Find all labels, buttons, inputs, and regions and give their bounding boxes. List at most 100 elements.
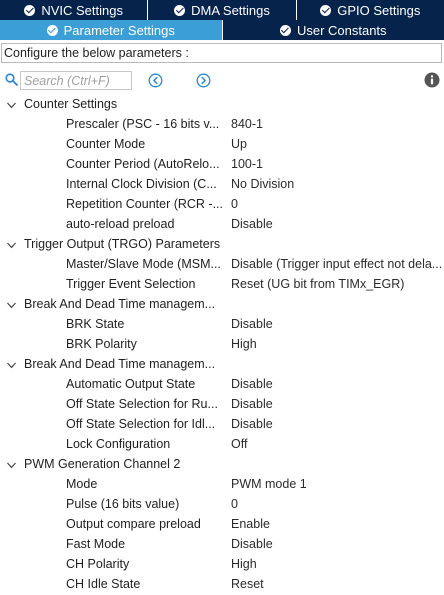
- parameter-name: Counter Period (AutoRelo...: [66, 157, 220, 171]
- search-icon[interactable]: [5, 73, 18, 86]
- parameter-name: Repetition Counter (RCR -...: [66, 197, 224, 211]
- parameter-row[interactable]: auto-reload preload Disable: [0, 215, 444, 235]
- parameter-value[interactable]: Enable: [231, 517, 442, 531]
- parameter-row[interactable]: CH Polarity High: [0, 555, 444, 575]
- search-toolbar: [0, 70, 444, 92]
- next-result-button[interactable]: [196, 73, 211, 88]
- parameter-name: BRK Polarity: [66, 337, 137, 351]
- chevron-down-icon[interactable]: [6, 460, 17, 471]
- group-header[interactable]: PWM Generation Channel 2: [0, 455, 444, 475]
- parameter-row[interactable]: Prescaler (PSC - 16 bits v... 840-1: [0, 115, 444, 135]
- parameter-value[interactable]: Disable: [231, 417, 442, 431]
- group-title: PWM Generation Channel 2: [24, 457, 181, 471]
- chevron-down-icon[interactable]: [6, 100, 17, 111]
- group-title: Break And Dead Time managem...: [24, 357, 216, 371]
- check-circle-icon: [24, 4, 36, 16]
- info-icon[interactable]: [424, 72, 440, 88]
- parameter-value[interactable]: 0: [231, 197, 442, 211]
- parameter-row[interactable]: Off State Selection for Idl... Disable: [0, 415, 444, 435]
- parameter-value[interactable]: PWM mode 1: [231, 477, 442, 491]
- parameter-name: Off State Selection for Idl...: [66, 417, 216, 431]
- parameter-row[interactable]: Trigger Event Selection Reset (UG bit fro…: [0, 275, 444, 295]
- tab-label: User Constants: [296, 22, 387, 38]
- parameter-value[interactable]: Off: [231, 437, 442, 451]
- parameter-value[interactable]: Disable (Trigger input effect not dela..…: [231, 257, 442, 271]
- parameter-value[interactable]: Reset (UG bit from TIMx_EGR): [231, 277, 442, 291]
- chevron-down-icon[interactable]: [6, 240, 17, 251]
- parameter-name: Master/Slave Mode (MSM...: [66, 257, 221, 271]
- search-input[interactable]: [20, 71, 132, 90]
- previous-result-button[interactable]: [148, 73, 163, 88]
- parameter-row[interactable]: Mode PWM mode 1: [0, 475, 444, 495]
- parameter-name: Mode: [66, 477, 98, 491]
- group-title: Trigger Output (TRGO) Parameters: [24, 237, 221, 251]
- parameter-name: Lock Configuration: [66, 437, 171, 451]
- parameter-row[interactable]: Repetition Counter (RCR -... 0: [0, 195, 444, 215]
- group-header[interactable]: Break And Dead Time managem...: [0, 295, 444, 315]
- parameter-name: Output compare preload: [66, 517, 201, 531]
- tab-gpio-settings[interactable]: GPIO Settings: [296, 0, 444, 20]
- parameter-row[interactable]: BRK State Disable: [0, 315, 444, 335]
- parameter-name: Prescaler (PSC - 16 bits v...: [66, 117, 220, 131]
- check-circle-icon: [320, 4, 332, 16]
- parameter-value[interactable]: No Division: [231, 177, 442, 191]
- config-label: Configure the below parameters :: [1, 43, 442, 63]
- parameter-row[interactable]: Output compare preload Enable: [0, 515, 444, 535]
- parameter-name: Automatic Output State: [66, 377, 196, 391]
- group-title: Counter Settings: [24, 97, 118, 111]
- tab-label: DMA Settings: [191, 2, 270, 18]
- parameter-row[interactable]: Counter Mode Up: [0, 135, 444, 155]
- parameter-value[interactable]: Disable: [231, 537, 442, 551]
- parameter-value[interactable]: High: [231, 337, 442, 351]
- group-header[interactable]: Counter Settings: [0, 95, 444, 115]
- parameter-value[interactable]: Up: [231, 137, 442, 151]
- tab-label: GPIO Settings: [337, 2, 421, 18]
- check-circle-icon: [46, 24, 58, 36]
- parameter-tree: Counter Settings Prescaler (PSC - 16 bits…: [0, 95, 444, 595]
- tab-nvic-settings[interactable]: NVIC Settings: [0, 0, 149, 20]
- check-circle-icon: [174, 4, 186, 16]
- parameter-row[interactable]: BRK Polarity High: [0, 335, 444, 355]
- parameter-name: Fast Mode: [66, 537, 126, 551]
- parameter-value[interactable]: 100-1: [231, 157, 442, 171]
- parameter-row[interactable]: Automatic Output State Disable: [0, 375, 444, 395]
- chevron-down-icon[interactable]: [6, 300, 17, 311]
- parameter-row[interactable]: Lock Configuration Off: [0, 435, 444, 455]
- parameter-name: Counter Mode: [66, 137, 146, 151]
- parameter-value[interactable]: Disable: [231, 217, 442, 231]
- parameter-name: auto-reload preload: [66, 217, 175, 231]
- parameter-name: Trigger Event Selection: [66, 277, 196, 291]
- chevron-down-icon[interactable]: [6, 360, 17, 371]
- parameter-value[interactable]: Disable: [231, 317, 442, 331]
- parameter-row[interactable]: CH Idle State Reset: [0, 575, 444, 595]
- parameter-value[interactable]: Disable: [231, 377, 442, 391]
- tab-dma-settings[interactable]: DMA Settings: [148, 0, 297, 20]
- tab-parameter-settings[interactable]: Parameter Settings: [0, 20, 223, 40]
- parameter-name: Off State Selection for Ru...: [66, 397, 218, 411]
- parameter-value[interactable]: 0: [231, 497, 442, 511]
- parameter-value[interactable]: 840-1: [231, 117, 442, 131]
- parameter-row[interactable]: Fast Mode Disable: [0, 535, 444, 555]
- parameter-name: BRK State: [66, 317, 125, 331]
- parameter-row[interactable]: Pulse (16 bits value) 0: [0, 495, 444, 515]
- group-header[interactable]: Trigger Output (TRGO) Parameters: [0, 235, 444, 255]
- parameter-name: Pulse (16 bits value): [66, 497, 180, 511]
- parameter-value[interactable]: Reset: [231, 577, 442, 591]
- parameter-value[interactable]: High: [231, 557, 442, 571]
- parameter-name: Internal Clock Division (C...: [66, 177, 217, 191]
- parameter-row[interactable]: Master/Slave Mode (MSM... Disable (Trigge…: [0, 255, 444, 275]
- parameter-value[interactable]: Disable: [231, 397, 442, 411]
- second-tab-bar: Parameter Settings User Constants: [0, 20, 444, 40]
- tab-label: NVIC Settings: [41, 2, 123, 18]
- group-title: Break And Dead Time managem...: [24, 297, 216, 311]
- group-header[interactable]: Break And Dead Time managem...: [0, 355, 444, 375]
- parameter-row[interactable]: Counter Period (AutoRelo... 100-1: [0, 155, 444, 175]
- parameter-name: CH Polarity: [66, 557, 130, 571]
- top-tab-bar: NVIC Settings DMA Settings GPIO Settings: [0, 0, 444, 20]
- parameter-name: CH Idle State: [66, 577, 141, 591]
- parameter-row[interactable]: Off State Selection for Ru... Disable: [0, 395, 444, 415]
- parameter-row[interactable]: Internal Clock Division (C... No Division: [0, 175, 444, 195]
- check-circle-icon: [279, 24, 291, 36]
- tab-user-constants[interactable]: User Constants: [222, 20, 444, 40]
- tab-label: Parameter Settings: [63, 22, 175, 38]
